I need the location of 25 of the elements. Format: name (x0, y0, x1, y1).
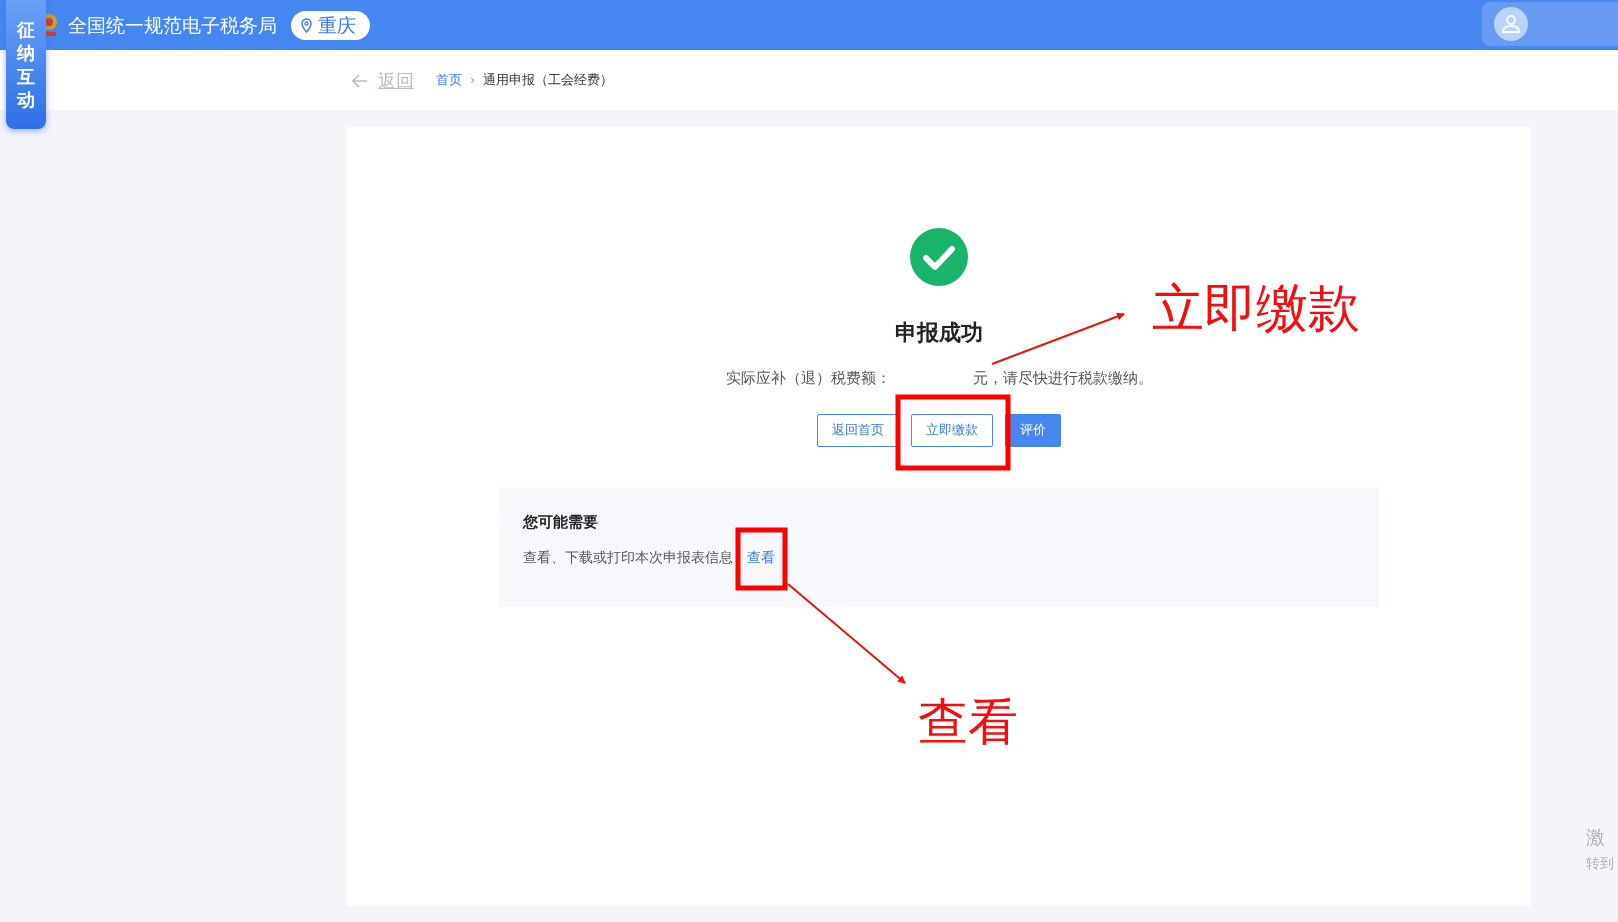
location-pin-icon (301, 17, 312, 33)
panel-title: 您可能需要 (523, 511, 599, 533)
suggestion-text: 查看、下载或打印本次申报表信息 (523, 548, 733, 567)
breadcrumb-link[interactable]: 首页 (436, 70, 462, 90)
breadcrumb-separator: › (470, 71, 476, 90)
view-link[interactable]: 查看 (747, 547, 775, 568)
highlight-frame (735, 527, 788, 591)
user-menu[interactable] (1482, 2, 1618, 46)
result-message: 实际应补（退）税费额： (725, 368, 891, 389)
watermark-text: 转到 (1586, 855, 1614, 872)
watermark-text: 激 (1586, 826, 1605, 849)
annotation-label: 查看 (918, 697, 1018, 747)
action-button[interactable]: 返回首页 (817, 413, 899, 447)
result-message: 元，请尽快进行税款缴纳。 (972, 368, 1153, 389)
site-title: 全国统一规范电子税务局 (68, 12, 277, 38)
annotation-label: 立即缴款 (1152, 282, 1360, 334)
avatar-icon (1494, 7, 1528, 41)
result-title: 申报成功 (895, 319, 983, 347)
success-check-icon (910, 228, 968, 286)
action-button[interactable]: 立即缴款 (911, 413, 993, 447)
breadcrumb-current: 通用申报（工会经费） (483, 71, 614, 90)
side-tab[interactable]: 征纳互动 (6, 0, 46, 129)
back-arrow-icon (352, 73, 368, 88)
action-button[interactable]: 评价 (1005, 413, 1061, 447)
location-button[interactable]: 重庆 (291, 10, 370, 40)
